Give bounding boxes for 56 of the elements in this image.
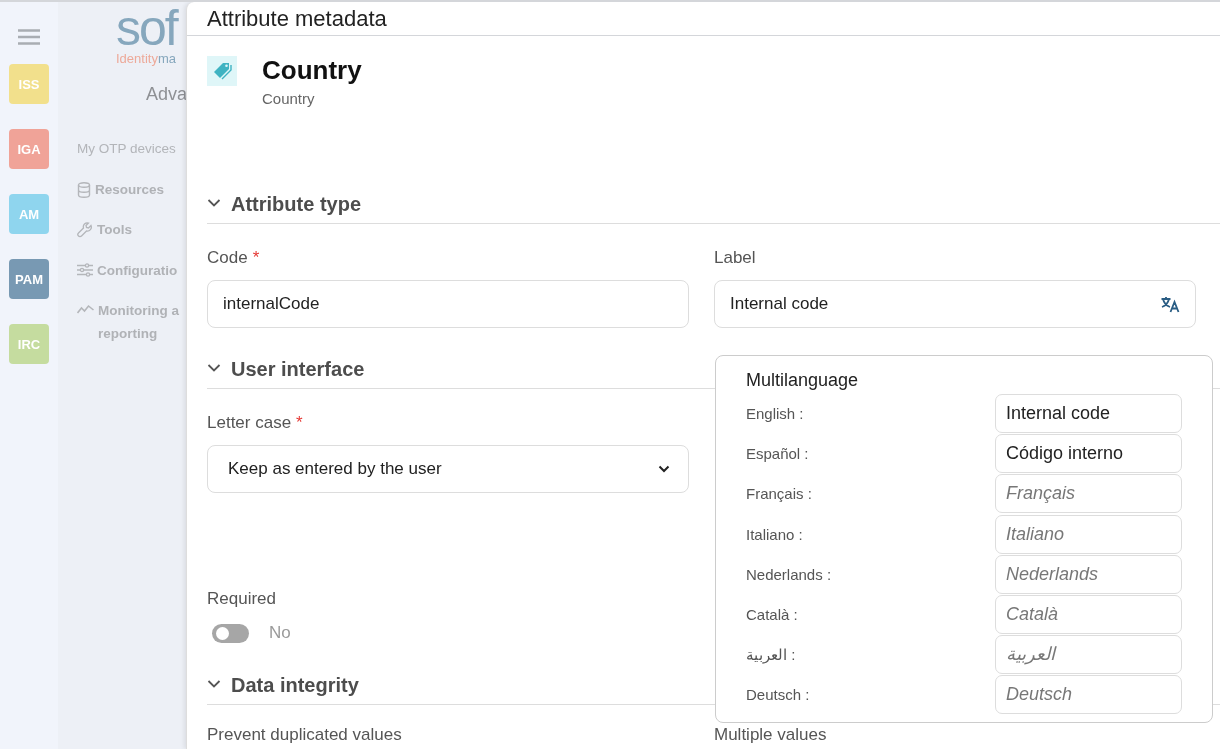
language-label: English : xyxy=(746,405,804,422)
attribute-title: Country xyxy=(262,56,362,84)
app-badge[interactable]: AM xyxy=(9,194,49,234)
label-field[interactable]: Internal code xyxy=(714,280,1196,328)
field-label: Prevent duplicated values xyxy=(207,725,402,744)
language-label: Français : xyxy=(746,485,812,503)
chevron-icon xyxy=(207,678,221,689)
chevron-icon xyxy=(207,362,221,373)
translation-field[interactable]: Nederlands xyxy=(995,554,1182,594)
trend-icon xyxy=(77,303,94,315)
caret-icon xyxy=(658,465,670,473)
translation-field[interactable]: Código interno xyxy=(995,434,1182,474)
translation-field[interactable]: Internal code xyxy=(995,394,1182,433)
sliders-icon xyxy=(77,262,93,277)
wrench-icon xyxy=(77,222,93,238)
language-label: Deutsch : xyxy=(746,686,810,704)
toggle-text: No xyxy=(269,623,291,643)
nav-item[interactable]: My OTP devices xyxy=(77,137,176,160)
toggle-switch[interactable] xyxy=(212,623,249,643)
app-badge[interactable]: PAM xyxy=(9,259,49,299)
translation-field[interactable]: Català xyxy=(995,594,1182,634)
language-label: Català : xyxy=(746,605,798,623)
code-field[interactable]: internalCode xyxy=(207,280,689,328)
language-label: العربية : xyxy=(746,645,796,664)
translation-field[interactable]: العربية xyxy=(995,635,1182,675)
app-badge[interactable]: IGA xyxy=(9,129,49,169)
database-icon xyxy=(77,181,91,198)
translate-icon[interactable] xyxy=(1161,295,1180,313)
language-label: Nederlands : xyxy=(746,565,832,583)
nav-item[interactable]: Tools xyxy=(97,218,132,241)
language-label: Italiano : xyxy=(746,525,803,543)
attribute-subtitle: Country xyxy=(262,90,316,107)
popup-title: Multilanguage xyxy=(746,369,860,392)
section-header[interactable]: Attribute type xyxy=(207,187,1220,224)
required-mark: * xyxy=(296,413,303,432)
letter-case-select[interactable]: Keep as entered by the user xyxy=(207,445,689,493)
field-label: Code xyxy=(207,248,248,267)
nav-item[interactable]: Configuratio xyxy=(97,258,178,282)
field-label: Multiple values xyxy=(714,725,827,744)
field-label: Label xyxy=(714,248,756,267)
panel-title: Attribute metadata xyxy=(187,2,1220,36)
field-label: Letter case xyxy=(207,413,292,432)
field-label: Required xyxy=(207,589,276,608)
language-label: Español : xyxy=(746,445,809,463)
tag-icon xyxy=(207,56,237,86)
chevron-icon xyxy=(207,197,221,208)
tagline-text: Identity xyxy=(116,51,158,66)
nav-item[interactable]: Monitoring a reporting xyxy=(98,299,179,345)
menu-icon[interactable] xyxy=(18,29,40,45)
required-mark: * xyxy=(252,248,260,267)
translation-field[interactable]: Italiano xyxy=(995,514,1182,554)
translation-field[interactable]: Deutsch xyxy=(995,675,1182,715)
logo-text: sof xyxy=(116,4,179,52)
nav-item[interactable]: Resources xyxy=(95,177,165,201)
tagline-text: ma xyxy=(157,51,176,66)
translation-field[interactable]: Français xyxy=(995,474,1182,514)
